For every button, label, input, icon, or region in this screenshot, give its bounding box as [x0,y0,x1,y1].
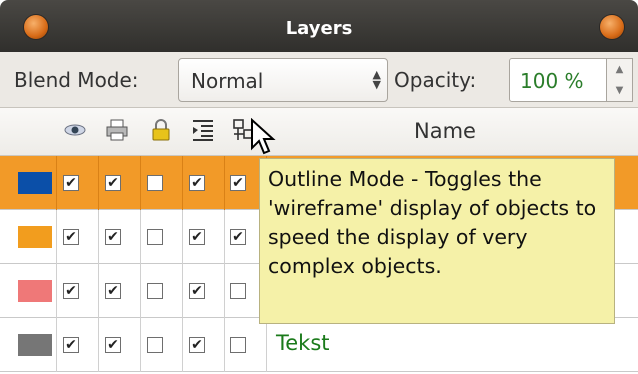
maximize-window-button[interactable] [600,15,624,39]
layer-color-swatch[interactable] [18,226,52,248]
layer-name[interactable]: Tekst [276,331,330,355]
column-divider [56,318,57,372]
column-divider [98,318,99,372]
visible-checkbox[interactable]: ✔ [63,283,79,299]
outline-mode-checkbox[interactable]: ✔ [230,229,246,245]
column-divider [98,264,99,318]
layer-color-swatch[interactable] [18,334,52,356]
column-divider [56,210,57,264]
layer-color-swatch[interactable] [18,280,52,302]
printable-checkbox[interactable]: ✔ [105,337,121,353]
indent-checkbox[interactable]: ✔ [189,283,205,299]
visible-checkbox[interactable]: ✔ [63,337,79,353]
select-arrows-icon: ▲ ▼ [372,68,381,91]
blend-mode-value: Normal [191,69,264,93]
column-divider [182,264,183,318]
opacity-input[interactable]: 100 % [509,58,607,102]
lock-icon[interactable] [149,118,173,142]
outline-mode-checkbox[interactable]: ✔ [230,175,246,191]
column-divider [266,318,267,372]
column-divider [56,264,57,318]
column-divider [140,318,141,372]
printer-icon[interactable] [105,118,129,142]
column-divider [224,210,225,264]
printable-checkbox[interactable]: ✔ [105,175,121,191]
spin-down-icon[interactable]: ▼ [607,80,632,101]
column-divider [140,264,141,318]
name-column-header[interactable]: Name [414,119,476,143]
locked-checkbox[interactable] [147,283,163,299]
visible-checkbox[interactable]: ✔ [63,175,79,191]
opacity-value: 100 % [520,69,584,93]
indent-checkbox[interactable]: ✔ [189,337,205,353]
column-divider [182,210,183,264]
indent-icon[interactable] [191,118,215,142]
column-divider [140,210,141,264]
indent-checkbox[interactable]: ✔ [189,229,205,245]
mouse-cursor-icon [251,118,276,155]
column-divider [224,156,225,210]
column-divider [98,210,99,264]
eye-icon[interactable] [63,118,87,142]
locked-checkbox[interactable] [147,337,163,353]
opacity-spinner[interactable]: ▲ ▼ [607,58,633,102]
title-bar: Layers [0,0,638,52]
column-divider [224,264,225,318]
blend-mode-label: Blend Mode: [14,68,139,92]
column-divider [182,318,183,372]
outline-mode-tooltip: Outline Mode - Toggles the 'wireframe' d… [259,158,615,324]
layer-row[interactable]: ✔ ✔ ✔ Tekst [0,318,638,372]
window-title: Layers [285,18,353,39]
column-divider [182,156,183,210]
column-divider [98,156,99,210]
layers-table-header: Name [0,108,638,156]
printable-checkbox[interactable]: ✔ [105,229,121,245]
layer-color-swatch[interactable] [18,172,52,194]
opacity-label: Opacity: [394,68,477,92]
column-divider [56,156,57,210]
visible-checkbox[interactable]: ✔ [63,229,79,245]
spin-up-icon[interactable]: ▲ [607,59,632,80]
outline-mode-checkbox[interactable] [230,283,246,299]
column-divider [140,156,141,210]
outline-mode-checkbox[interactable] [230,337,246,353]
printable-checkbox[interactable]: ✔ [105,283,121,299]
blend-opacity-bar: Blend Mode: Normal ▲ ▼ Opacity: 100 % ▲ ▼ [0,52,638,108]
locked-checkbox[interactable] [147,175,163,191]
column-divider [224,318,225,372]
blend-mode-select[interactable]: Normal ▲ ▼ [178,58,388,102]
indent-checkbox[interactable]: ✔ [189,175,205,191]
locked-checkbox[interactable] [147,229,163,245]
